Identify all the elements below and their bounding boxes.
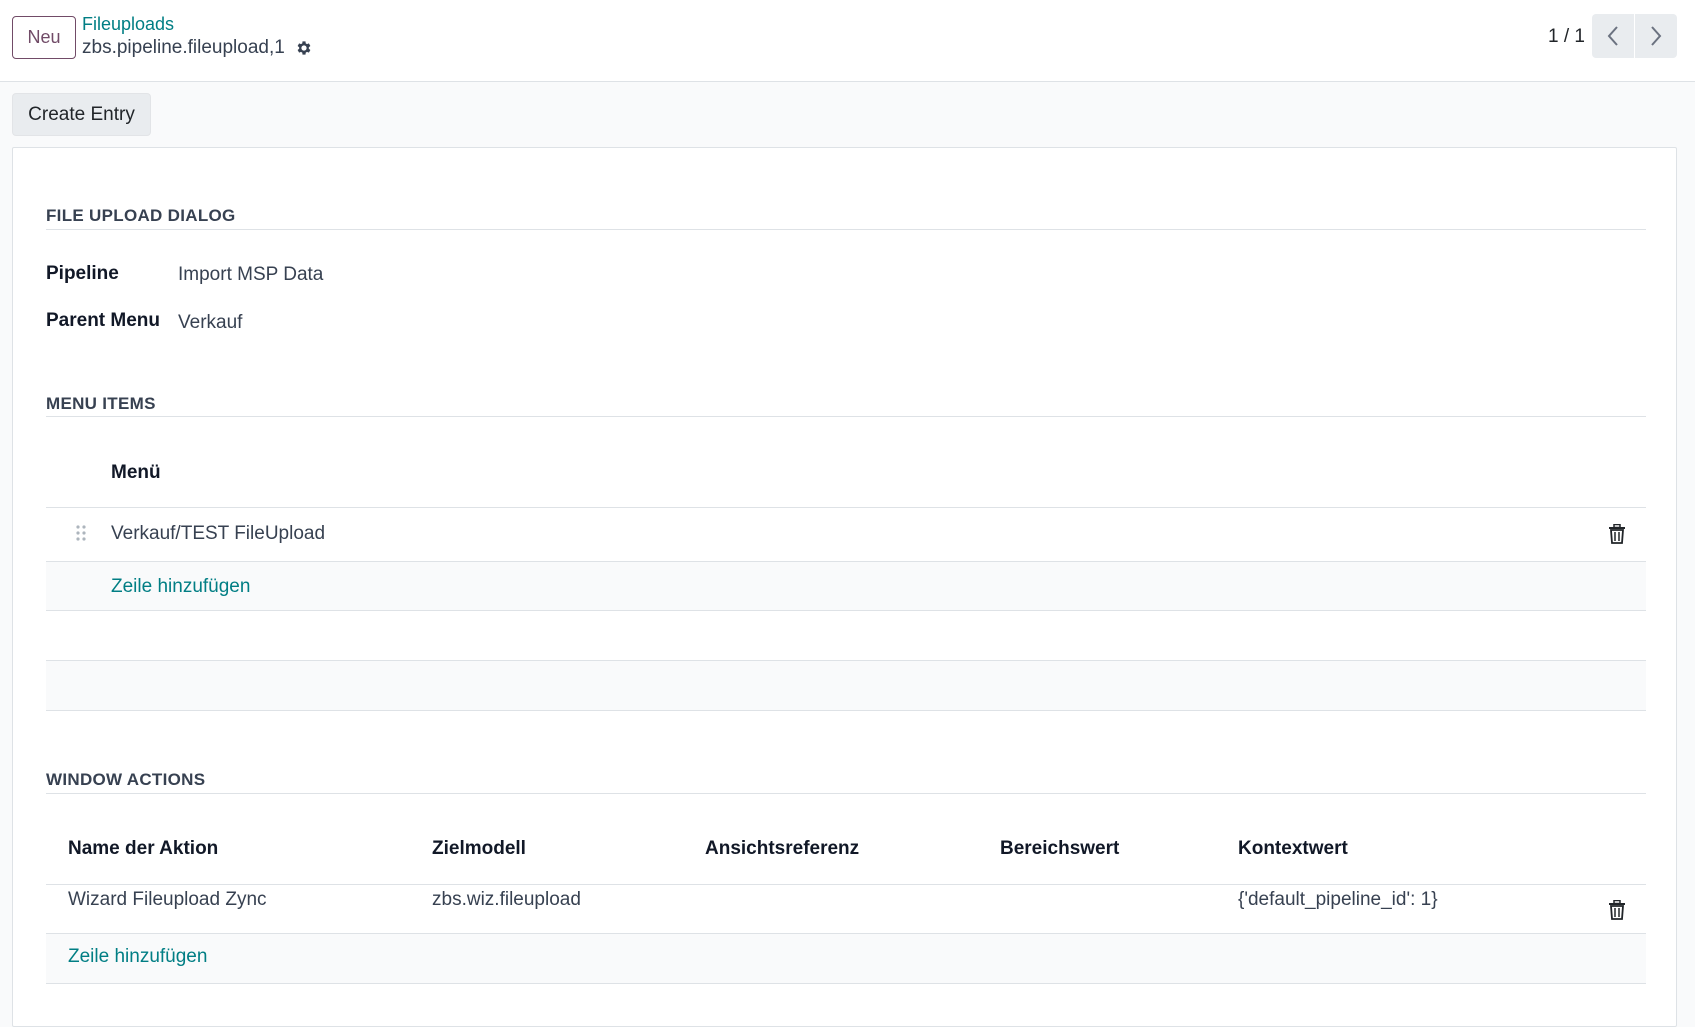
record-name: zbs.pipeline.fileupload,1 (82, 37, 285, 58)
add-line-row (46, 562, 1646, 610)
field-label-pipeline: Pipeline (46, 263, 119, 284)
field-value-parent-menu[interactable]: Verkauf (178, 312, 242, 334)
cell-target-model[interactable]: zbs.wiz.fileupload (432, 889, 581, 911)
cell-action-name[interactable]: Wizard Fileupload Zync (68, 889, 267, 911)
row-divider (46, 983, 1646, 984)
trash-icon[interactable] (1608, 524, 1626, 544)
column-header-domain[interactable]: Bereichswert (1000, 838, 1119, 860)
field-value-pipeline[interactable]: Import MSP Data (178, 264, 323, 286)
row-divider (46, 610, 1646, 611)
cell-menu[interactable]: Verkauf/TEST FileUpload (111, 523, 325, 545)
pager-value[interactable]: 1 / 1 (1548, 26, 1585, 48)
column-header-target-model[interactable]: Zielmodell (432, 838, 526, 860)
column-header-view-reference[interactable]: Ansichtsreferenz (705, 838, 859, 860)
form-sheet: FILE UPLOAD DIALOG Pipeline Import MSP D… (12, 147, 1677, 1027)
field-label-parent-menu: Parent Menu (46, 310, 161, 331)
column-header-action-name[interactable]: Name der Aktion (68, 838, 218, 860)
control-panel: Neu Fileuploads zbs.pipeline.fileupload,… (0, 0, 1695, 82)
cell-context[interactable]: {'default_pipeline_id': 1} (1238, 889, 1438, 911)
header-divider (46, 884, 1646, 885)
section-divider (46, 793, 1646, 794)
add-line-link[interactable]: Zeile hinzufügen (68, 946, 207, 968)
column-header-context[interactable]: Kontextwert (1238, 838, 1348, 860)
section-divider (46, 229, 1646, 230)
drag-handle-icon[interactable] (75, 524, 87, 542)
pager-previous-button[interactable] (1592, 14, 1634, 58)
section-title-file-upload: FILE UPLOAD DIALOG (46, 206, 236, 225)
gear-icon[interactable] (295, 39, 313, 57)
chevron-left-icon (1607, 26, 1618, 46)
breadcrumb-fileuploads[interactable]: Fileuploads (82, 14, 174, 35)
section-title-menu-items: MENU ITEMS (46, 394, 156, 413)
add-line-link[interactable]: Zeile hinzufügen (111, 576, 250, 598)
column-header-menu[interactable]: Menü (111, 462, 161, 484)
new-button[interactable]: Neu (12, 16, 76, 59)
empty-row (46, 661, 1646, 710)
row-divider (46, 710, 1646, 711)
create-entry-button[interactable]: Create Entry (12, 93, 151, 136)
section-divider (46, 416, 1646, 417)
header-divider (46, 507, 1646, 508)
pager-next-button[interactable] (1635, 14, 1677, 58)
add-line-row (46, 934, 1646, 983)
trash-icon[interactable] (1608, 900, 1626, 920)
chevron-right-icon (1651, 26, 1662, 46)
section-title-window-actions: WINDOW ACTIONS (46, 770, 206, 789)
record-title-row: zbs.pipeline.fileupload,1 (82, 37, 313, 59)
